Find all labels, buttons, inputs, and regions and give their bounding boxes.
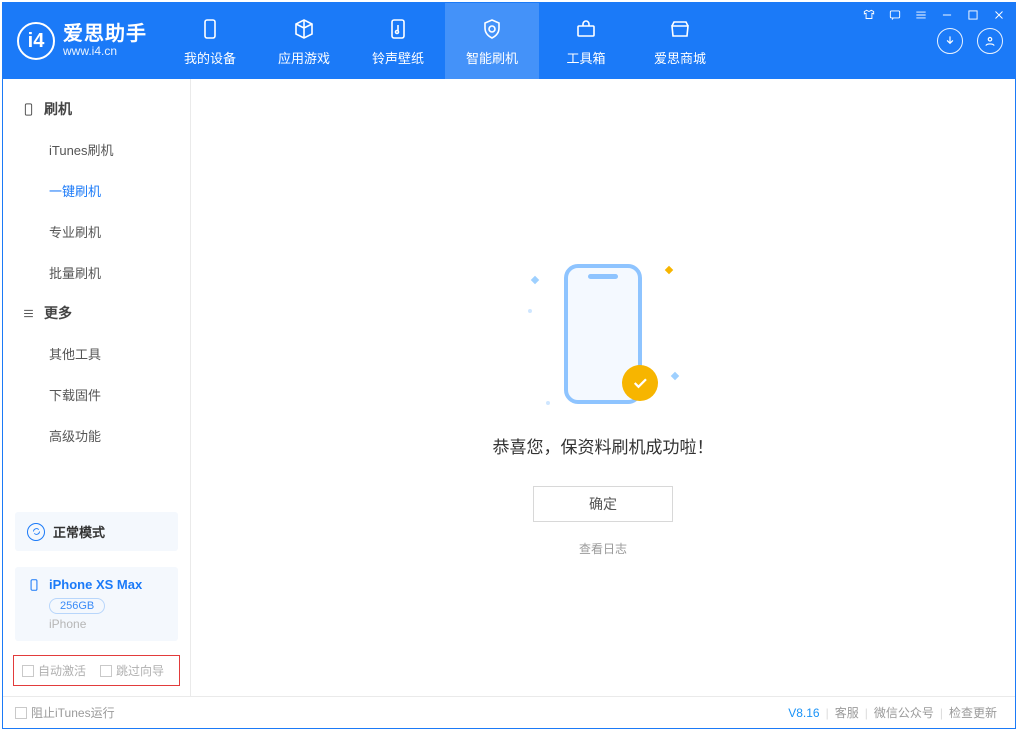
device-icon — [21, 102, 36, 117]
download-button[interactable] — [937, 28, 963, 54]
sidebar-item-other-tools[interactable]: 其他工具 — [3, 333, 190, 374]
sidebar-item-advanced[interactable]: 高级功能 — [3, 415, 190, 456]
checkbox-label: 自动激活 — [38, 662, 86, 679]
tab-label: 智能刷机 — [466, 48, 518, 67]
menu-icon[interactable] — [913, 7, 929, 23]
footer-link-support[interactable]: 客服 — [829, 704, 865, 721]
sidebar-item-oneclick-flash[interactable]: 一键刷机 — [3, 170, 190, 211]
mode-card[interactable]: 正常模式 — [15, 512, 178, 551]
phone-icon — [197, 16, 223, 42]
view-log-link[interactable]: 查看日志 — [579, 540, 627, 557]
brand-logo-icon: i4 — [17, 22, 55, 60]
music-file-icon — [385, 16, 411, 42]
sidebar-item-itunes-flash[interactable]: iTunes刷机 — [3, 129, 190, 170]
success-message: 恭喜您，保资料刷机成功啦！ — [493, 433, 714, 458]
tab-label: 我的设备 — [184, 48, 236, 67]
tab-my-device[interactable]: 我的设备 — [163, 3, 257, 79]
header: i4 爱思助手 www.i4.cn 我的设备 应用游戏 铃声壁纸 智能刷机 — [3, 3, 1015, 79]
sidebar-section-flash: 刷机 — [3, 89, 190, 129]
success-illustration — [528, 259, 678, 409]
tab-toolbox[interactable]: 工具箱 — [539, 3, 633, 79]
tab-label: 铃声壁纸 — [372, 48, 424, 67]
sidebar-item-pro-flash[interactable]: 专业刷机 — [3, 211, 190, 252]
sync-icon — [27, 523, 45, 541]
account-button[interactable] — [977, 28, 1003, 54]
app-window: i4 爱思助手 www.i4.cn 我的设备 应用游戏 铃声壁纸 智能刷机 — [2, 2, 1016, 729]
footer-link-wechat[interactable]: 微信公众号 — [868, 704, 940, 721]
section-label: 更多 — [44, 303, 72, 323]
footer: 阻止iTunes运行 V8.16 | 客服 | 微信公众号 | 检查更新 — [3, 696, 1015, 728]
tab-ringtones[interactable]: 铃声壁纸 — [351, 3, 445, 79]
window-controls — [861, 7, 1007, 23]
feedback-icon[interactable] — [887, 7, 903, 23]
device-type: iPhone — [49, 617, 86, 631]
checkbox-label: 跳过向导 — [116, 662, 164, 679]
checkbox-label: 阻止iTunes运行 — [31, 704, 115, 721]
mode-label: 正常模式 — [53, 522, 105, 541]
cube-icon — [291, 16, 317, 42]
maximize-icon[interactable] — [965, 7, 981, 23]
sidebar-section-more: 更多 — [3, 293, 190, 333]
tab-smart-flash[interactable]: 智能刷机 — [445, 3, 539, 79]
close-icon[interactable] — [991, 7, 1007, 23]
device-card[interactable]: iPhone XS Max 256GB iPhone — [15, 567, 178, 641]
brand: i4 爱思助手 www.i4.cn — [3, 3, 163, 79]
sidebar-item-download-firmware[interactable]: 下载固件 — [3, 374, 190, 415]
tab-label: 爱思商城 — [654, 48, 706, 67]
sidebar-item-batch-flash[interactable]: 批量刷机 — [3, 252, 190, 293]
brand-name: 爱思助手 — [63, 23, 147, 45]
sidebar: 刷机 iTunes刷机 一键刷机 专业刷机 批量刷机 更多 其他工具 下载固件 … — [3, 79, 191, 696]
shirt-icon[interactable] — [861, 7, 877, 23]
options-row: 自动激活 跳过向导 — [13, 655, 180, 686]
brand-url: www.i4.cn — [63, 45, 147, 58]
tab-label: 工具箱 — [566, 48, 605, 67]
minimize-icon[interactable] — [939, 7, 955, 23]
version-label: V8.16 — [788, 706, 819, 720]
device-name: iPhone XS Max — [49, 577, 142, 592]
check-badge-icon — [622, 365, 658, 401]
tab-label: 应用游戏 — [278, 48, 330, 67]
phone-icon — [27, 578, 41, 592]
main-content: 恭喜您，保资料刷机成功啦！ 确定 查看日志 — [191, 79, 1015, 696]
checkbox-auto-activate[interactable]: 自动激活 — [22, 662, 86, 679]
section-label: 刷机 — [44, 99, 72, 119]
footer-link-update[interactable]: 检查更新 — [943, 704, 1003, 721]
checkbox-block-itunes[interactable]: 阻止iTunes运行 — [15, 704, 115, 721]
toolbox-icon — [573, 16, 599, 42]
nav-tabs: 我的设备 应用游戏 铃声壁纸 智能刷机 工具箱 爱思商城 — [163, 3, 727, 79]
refresh-shield-icon — [479, 16, 505, 42]
device-capacity: 256GB — [49, 598, 105, 614]
store-icon — [667, 16, 693, 42]
tab-apps-games[interactable]: 应用游戏 — [257, 3, 351, 79]
checkbox-skip-guide[interactable]: 跳过向导 — [100, 662, 164, 679]
body: 刷机 iTunes刷机 一键刷机 专业刷机 批量刷机 更多 其他工具 下载固件 … — [3, 79, 1015, 696]
list-icon — [21, 306, 36, 321]
ok-button[interactable]: 确定 — [533, 486, 673, 522]
tab-store[interactable]: 爱思商城 — [633, 3, 727, 79]
